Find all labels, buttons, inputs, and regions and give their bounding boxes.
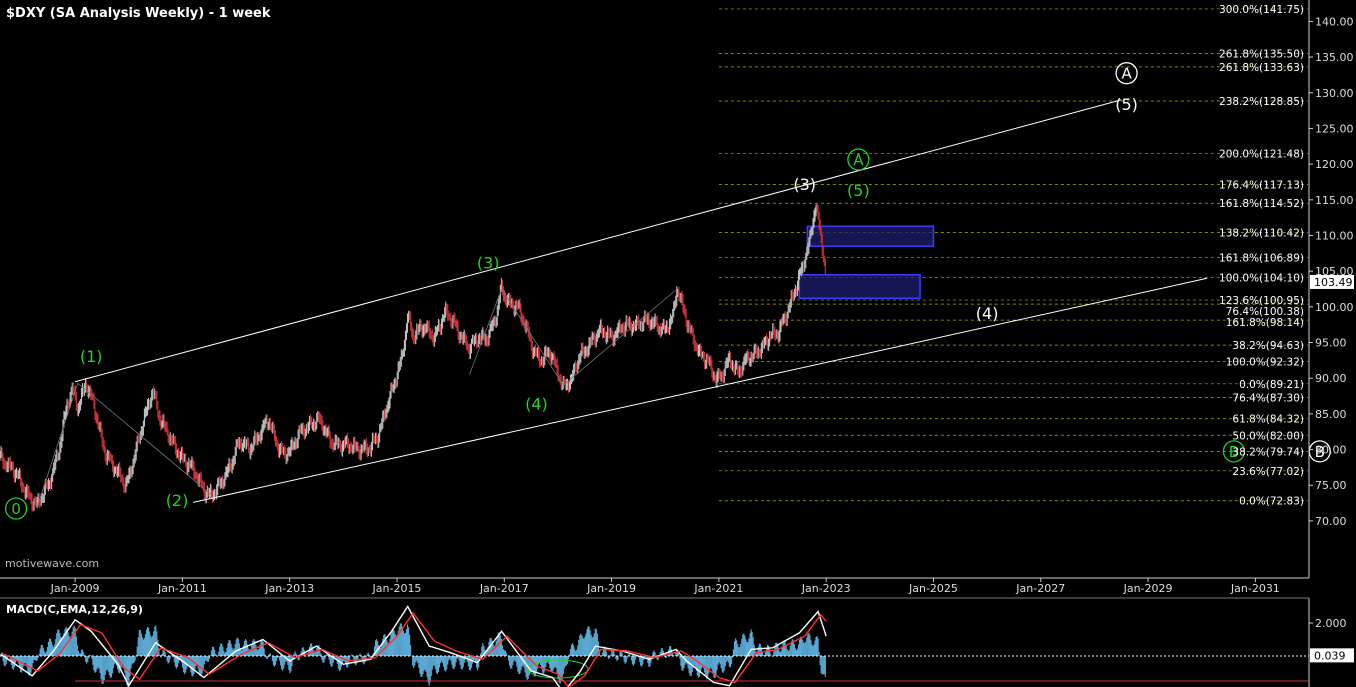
current-price-label: 103.49 <box>1314 276 1353 289</box>
fib-level-label: 176.4%(117.13) <box>1219 180 1304 192</box>
wave-label: (1) <box>80 347 103 366</box>
wave-label: (3) <box>477 253 500 272</box>
fib-level-label: 0.0%(89.21) <box>1239 379 1304 391</box>
fib-level-label: 38.2%(94.63) <box>1232 340 1304 352</box>
wave-label: (3) <box>793 175 816 194</box>
fib-level-label: 50.0%(82.00) <box>1232 430 1304 442</box>
fib-level-label: 161.8%(98.14) <box>1226 317 1304 329</box>
fib-level-label: 100.0%(92.32) <box>1226 357 1304 369</box>
target-box <box>798 273 921 300</box>
watermark: motivewave.com <box>5 557 99 570</box>
fib-level-label: 61.8%(84.32) <box>1232 414 1304 426</box>
price-tick-label: 100.00 <box>1315 301 1354 314</box>
price-tick-label: 70.00 <box>1315 515 1347 528</box>
time-tick-label: Jan-2025 <box>908 582 958 595</box>
time-tick-label: Jan-2027 <box>1015 582 1065 595</box>
price-tick-label: 120.00 <box>1315 158 1354 171</box>
chart-canvas: 0(1)(2)(3)(4)(3) (5)AA(5)(4)B B 70.0075.00… <box>0 0 1354 687</box>
price-tick-label: 110.00 <box>1315 229 1354 242</box>
price-tick-label: 115.00 <box>1315 194 1354 207</box>
time-tick-label: Jan-2021 <box>693 582 743 595</box>
fib-level-label: 38.2%(79.74) <box>1232 446 1304 458</box>
price-tick-label: 85.00 <box>1315 408 1347 421</box>
price-panel: 0(1)(2)(3)(4)(3) (5)AA(5)(4)B B 70.0075.00… <box>0 0 1354 595</box>
wave-label: (4) <box>525 395 548 414</box>
price-tick-label: 75.00 <box>1315 479 1347 492</box>
price-tick-label: 125.00 <box>1315 122 1354 135</box>
price-tick-label: 130.00 <box>1315 87 1354 100</box>
macd-axis[interactable]: 2.000 0.039 <box>1309 617 1354 663</box>
fib-level-label: 76.4%(87.30) <box>1232 392 1304 404</box>
time-tick-label: Jan-2019 <box>586 582 636 595</box>
wave-label: A <box>853 151 864 169</box>
fib-level-label: 261.8%(133.63) <box>1219 62 1304 74</box>
fib-level-label: 261.8%(135.50) <box>1219 49 1304 61</box>
fib-level-label: 200.0%(121.48) <box>1219 149 1304 161</box>
time-axis[interactable]: Jan-2009 Jan-2011 Jan-2013 Jan-2015 Jan-2017… <box>50 578 1280 595</box>
wave-label: (5) <box>1115 95 1138 114</box>
price-tick-label: 140.00 <box>1315 15 1354 28</box>
fib-level-label: 238.2%(128.85) <box>1219 96 1304 108</box>
price-tick-label: 95.00 <box>1315 337 1347 350</box>
macd-panel-background <box>0 598 1309 687</box>
price-tick-label: 90.00 <box>1315 372 1347 385</box>
time-tick-label: Jan-2017 <box>479 582 529 595</box>
fib-level-label: 138.2%(110.42) <box>1219 227 1304 239</box>
chart-title: $DXY (SA Analysis Weekly) - 1 week <box>6 6 271 21</box>
price-axis[interactable]: 70.0075.0080.0085.0090.0095.00100.00105.… <box>1309 15 1354 528</box>
price-tick-label: 80.00 <box>1315 444 1347 457</box>
time-tick-label: Jan-2015 <box>372 582 422 595</box>
macd-title: MACD(C,EMA,12,26,9) <box>6 603 143 616</box>
time-tick-label: Jan-2013 <box>264 582 314 595</box>
price-panel-background <box>0 0 1309 578</box>
price-tick-label: 135.00 <box>1315 51 1354 64</box>
fib-level-label: 0.0%(72.83) <box>1239 496 1304 508</box>
fib-level-label: 23.6%(77.02) <box>1232 466 1304 478</box>
wave-label: A <box>1121 65 1132 83</box>
fib-level-label: 161.8%(106.89) <box>1219 253 1304 265</box>
time-tick-label: Jan-2031 <box>1230 582 1280 595</box>
target-box <box>806 225 935 247</box>
macd-tick-label: 2.000 <box>1315 617 1347 630</box>
macd-current-label: 0.039 <box>1314 649 1346 662</box>
time-tick-label: Jan-2009 <box>50 582 100 595</box>
wave-label: (2) <box>166 491 189 510</box>
macd-panel: 2.000 0.039 MACD(C,EMA,12,26,9) <box>0 597 1354 687</box>
time-tick-label: Jan-2023 <box>801 582 851 595</box>
wave-label: (4) <box>976 304 999 323</box>
wave-label: (5) <box>847 181 870 200</box>
fib-level-label: 161.8%(114.52) <box>1219 198 1304 210</box>
time-tick-label: Jan-2029 <box>1123 582 1173 595</box>
wave-label: 0 <box>11 500 21 518</box>
fib-level-label: 100.0%(104.10) <box>1219 273 1304 285</box>
time-tick-label: Jan-2011 <box>157 582 207 595</box>
fib-level-label: 300.0%(141.75) <box>1219 4 1304 16</box>
